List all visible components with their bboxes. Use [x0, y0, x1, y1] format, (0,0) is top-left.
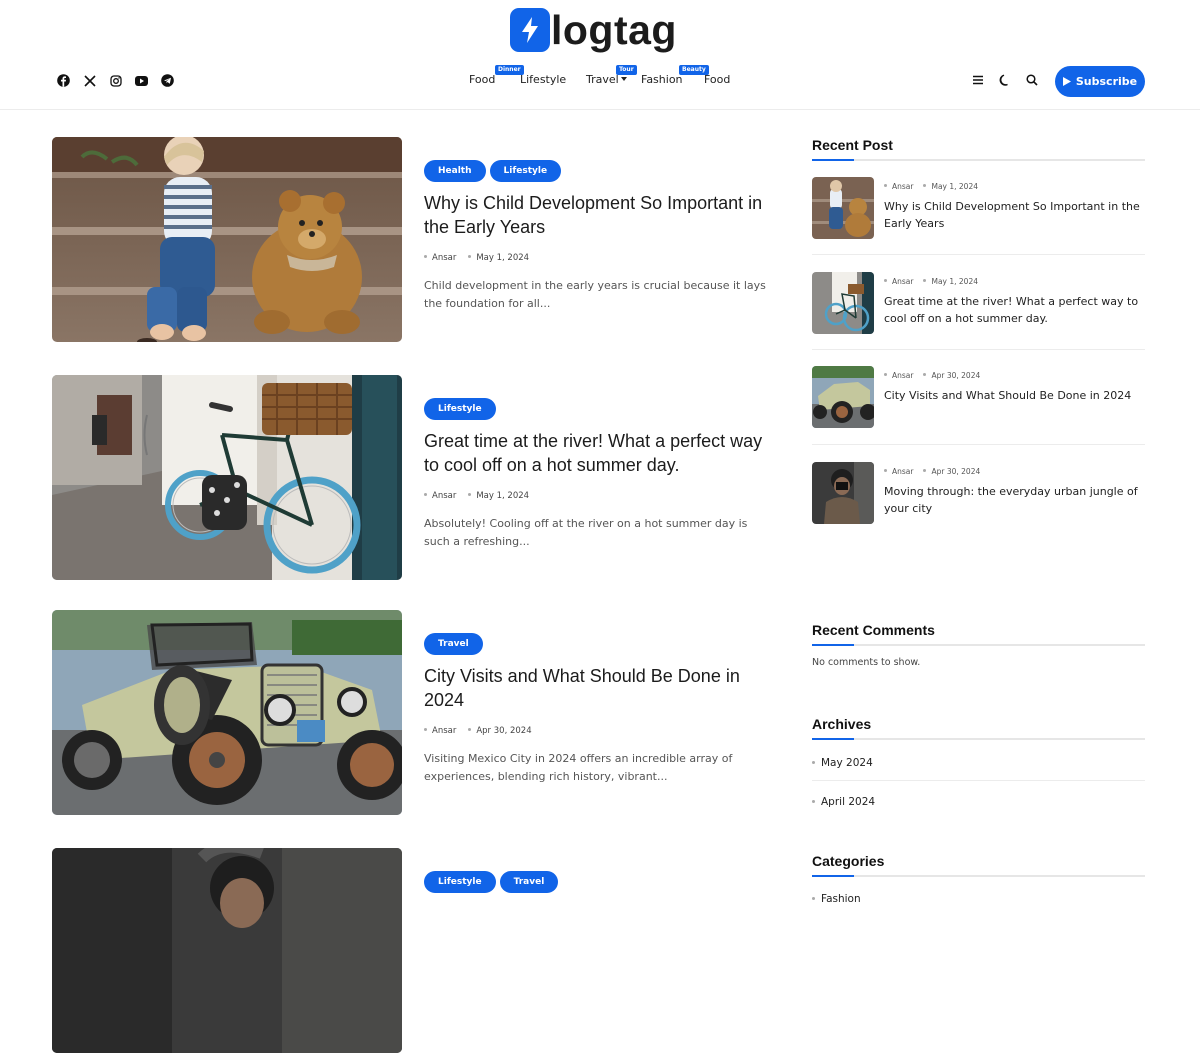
nav-item-food-2[interactable]: Food — [704, 73, 730, 87]
post-body: Lifestyle Travel — [424, 848, 774, 893]
recent-post-meta: Ansar Apr 30, 2024 — [884, 467, 980, 476]
search-icon[interactable] — [1025, 73, 1039, 87]
post-image-bicycle[interactable] — [52, 375, 402, 580]
recent-post-thumb[interactable] — [812, 272, 874, 334]
facebook-icon[interactable] — [57, 74, 70, 87]
instagram-icon[interactable] — [109, 74, 122, 87]
widget-title-recent-comments: Recent Comments — [812, 622, 1145, 646]
recent-post-date[interactable]: May 1, 2024 — [923, 182, 978, 191]
archive-link-may-2024[interactable]: May 2024 — [812, 757, 1145, 769]
post-tags: Health Lifestyle — [424, 160, 774, 182]
post-image-child-teddy[interactable] — [52, 137, 402, 342]
post-title[interactable]: City Visits and What Should Be Done in 2… — [424, 664, 774, 712]
recent-post-author[interactable]: Ansar — [884, 277, 913, 286]
recent-post-item[interactable]: Ansar Apr 30, 2024 City Visits and What … — [812, 366, 1145, 428]
post-meta: Ansar May 1, 2024 — [424, 491, 774, 501]
recent-post-meta: Ansar Apr 30, 2024 — [884, 371, 980, 380]
recent-post-item[interactable]: Ansar May 1, 2024 Why is Child Developme… — [812, 177, 1145, 239]
post-body: Lifestyle Great time at the river! What … — [424, 375, 774, 551]
recent-post-title[interactable]: Great time at the river! What a perfect … — [884, 293, 1142, 327]
divider — [812, 444, 1145, 445]
widget-title-archives: Archives — [812, 716, 1145, 740]
tag-lifestyle[interactable]: Lifestyle — [489, 160, 562, 182]
post-tags: Lifestyle — [424, 398, 774, 420]
tag-travel[interactable]: Travel — [424, 633, 483, 655]
logo-mark — [510, 8, 550, 52]
divider — [812, 780, 1145, 781]
header-tools — [971, 73, 1039, 87]
site-logo[interactable]: logtag — [510, 5, 677, 55]
moon-icon[interactable] — [998, 73, 1012, 87]
post-date[interactable]: May 1, 2024 — [468, 253, 529, 263]
recent-post-meta: Ansar May 1, 2024 — [884, 277, 978, 286]
divider — [812, 349, 1145, 350]
post-title[interactable]: Why is Child Development So Important in… — [424, 191, 774, 239]
widget-title-recent-post: Recent Post — [812, 137, 1145, 161]
category-link-fashion[interactable]: Fashion — [812, 893, 1145, 905]
post-date[interactable]: Apr 30, 2024 — [468, 726, 532, 736]
post-excerpt: Visiting Mexico City in 2024 offers an i… — [424, 752, 733, 783]
post-meta: Ansar Apr 30, 2024 — [424, 726, 774, 736]
social-links — [57, 74, 174, 87]
chevron-down-icon — [620, 77, 627, 81]
post-author[interactable]: Ansar — [424, 726, 456, 736]
post-excerpt: Child development in the early years is … — [424, 279, 766, 310]
archive-link-april-2024[interactable]: April 2024 — [812, 796, 1145, 808]
play-icon — [1062, 77, 1071, 86]
recent-post-thumb[interactable] — [812, 177, 874, 239]
post-card: Travel City Visits and What Should Be Do… — [52, 610, 772, 815]
site-header: logtag Food Dinner Lifestyle Travel Tour — [0, 0, 1200, 110]
post-author[interactable]: Ansar — [424, 253, 456, 263]
tag-lifestyle[interactable]: Lifestyle — [424, 871, 496, 893]
post-body: Travel City Visits and What Should Be Do… — [424, 610, 774, 786]
menu-icon[interactable] — [971, 73, 985, 87]
post-author[interactable]: Ansar — [424, 491, 456, 501]
subscribe-button[interactable]: Subscribe — [1055, 66, 1145, 97]
youtube-icon[interactable] — [135, 74, 148, 87]
recent-post-date[interactable]: Apr 30, 2024 — [923, 371, 980, 380]
post-card: Health Lifestyle Why is Child Developmen… — [52, 137, 772, 342]
post-card: Lifestyle Great time at the river! What … — [52, 375, 772, 580]
nav-badge-tour: Tour — [616, 65, 637, 75]
recent-post-title[interactable]: Why is Child Development So Important in… — [884, 198, 1142, 232]
nav-item-food[interactable]: Food Dinner — [469, 65, 524, 87]
post-tags: Lifestyle Travel — [424, 871, 774, 893]
x-icon[interactable] — [83, 74, 96, 87]
recent-post-thumb[interactable] — [812, 462, 874, 524]
post-image-vintage-car[interactable] — [52, 610, 402, 815]
post-title[interactable]: Great time at the river! What a perfect … — [424, 429, 774, 477]
telegram-icon[interactable] — [161, 74, 174, 87]
no-comments-text: No comments to show. — [812, 657, 921, 668]
recent-post-author[interactable]: Ansar — [884, 467, 913, 476]
tag-lifestyle[interactable]: Lifestyle — [424, 398, 496, 420]
tag-health[interactable]: Health — [424, 160, 486, 182]
post-card: Lifestyle Travel — [52, 848, 772, 1053]
recent-post-author[interactable]: Ansar — [884, 371, 913, 380]
divider — [812, 254, 1145, 255]
post-tags: Travel — [424, 633, 774, 655]
post-body: Health Lifestyle Why is Child Developmen… — [424, 137, 774, 313]
recent-post-meta: Ansar May 1, 2024 — [884, 182, 978, 191]
recent-post-thumb[interactable] — [812, 366, 874, 428]
recent-post-title[interactable]: City Visits and What Should Be Done in 2… — [884, 387, 1142, 404]
recent-post-author[interactable]: Ansar — [884, 182, 913, 191]
tag-travel[interactable]: Travel — [499, 871, 559, 893]
recent-post-date[interactable]: Apr 30, 2024 — [923, 467, 980, 476]
logo-text: logtag — [551, 6, 677, 53]
recent-post-item[interactable]: Ansar May 1, 2024 Great time at the rive… — [812, 272, 1145, 334]
nav-item-travel[interactable]: Travel Tour — [586, 65, 637, 87]
widget-title-categories: Categories — [812, 853, 1145, 877]
recent-post-item[interactable]: Ansar Apr 30, 2024 Moving through: the e… — [812, 462, 1145, 524]
post-meta: Ansar May 1, 2024 — [424, 253, 774, 263]
nav-item-fashion[interactable]: Fashion Beauty — [641, 65, 709, 87]
recent-post-title[interactable]: Moving through: the everyday urban jungl… — [884, 483, 1142, 517]
post-image-urban-person[interactable] — [52, 848, 402, 1053]
post-excerpt: Absolutely! Cooling off at the river on … — [424, 517, 748, 548]
recent-post-date[interactable]: May 1, 2024 — [923, 277, 978, 286]
post-date[interactable]: May 1, 2024 — [468, 491, 529, 501]
nav-item-lifestyle[interactable]: Lifestyle — [520, 73, 566, 87]
